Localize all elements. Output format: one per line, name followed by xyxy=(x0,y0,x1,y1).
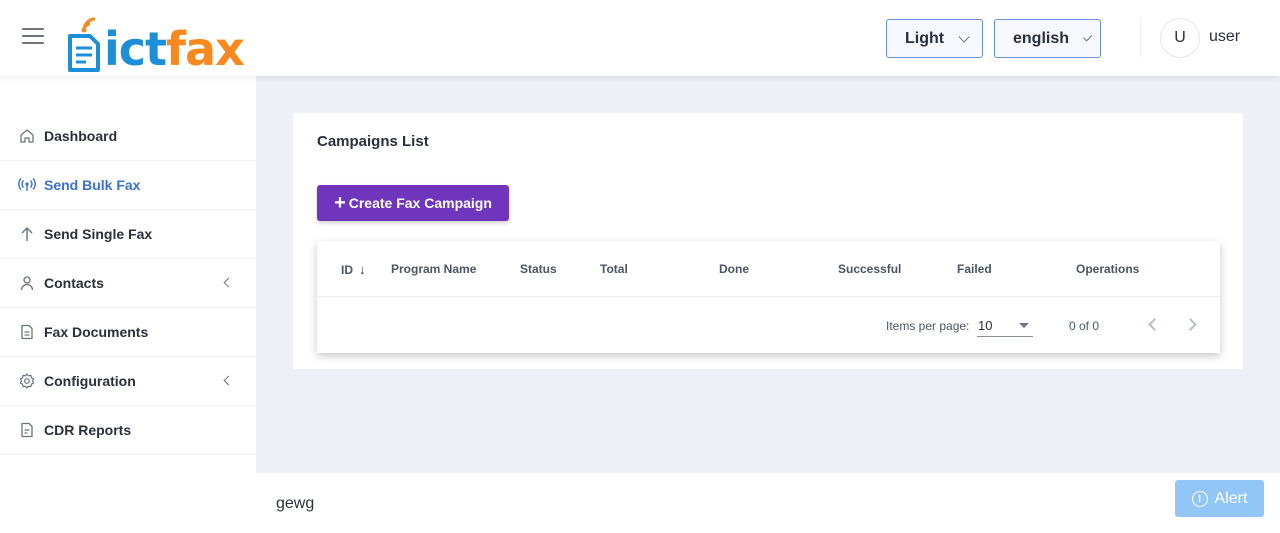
alert-button-label: Alert xyxy=(1214,489,1248,507)
gear-icon xyxy=(18,372,36,390)
sort-arrow-down-icon: ↓ xyxy=(359,262,366,277)
ictfax-logo[interactable]: ict fax xyxy=(66,6,245,76)
footer-text: gewg xyxy=(276,495,315,512)
sidebar-item-label: CDR Reports xyxy=(44,422,132,438)
paginator: Items per page: 10 0 of 0 xyxy=(317,298,1220,353)
language-select[interactable]: english xyxy=(994,19,1101,58)
alert-circle-icon: ! xyxy=(1191,490,1208,507)
column-header-operations: Operations xyxy=(1076,262,1140,276)
sidebar-item-label: Send Bulk Fax xyxy=(44,177,141,193)
sidebar-item-contacts[interactable]: Contacts xyxy=(0,259,256,308)
footer-bar: gewg ! Alert xyxy=(256,473,1280,533)
sidebar-item-label: Fax Documents xyxy=(44,324,149,340)
previous-page-icon[interactable] xyxy=(1148,318,1161,331)
page-title: Campaigns List xyxy=(317,133,429,150)
create-fax-campaign-button[interactable]: + Create Fax Campaign xyxy=(317,185,509,221)
user-icon xyxy=(18,274,36,292)
items-per-page-label: Items per page: xyxy=(886,319,970,333)
broadcast-icon xyxy=(18,176,36,194)
user-name[interactable]: user xyxy=(1209,28,1240,46)
sidebar-item-cdr-reports[interactable]: CDR Reports xyxy=(0,406,256,455)
column-header-program-name[interactable]: Program Name xyxy=(391,262,476,276)
fax-document-logo-icon xyxy=(68,17,100,72)
logo-text-fax: fax xyxy=(166,22,245,76)
next-page-icon[interactable] xyxy=(1184,318,1197,331)
theme-select[interactable]: Light xyxy=(886,19,983,58)
avatar[interactable]: U xyxy=(1160,18,1200,58)
sidebar-item-label: Configuration xyxy=(44,373,136,389)
table-header-row: ID ↓ Program Name Status Total Done Succ… xyxy=(317,241,1220,297)
sidebar-item-label: Send Single Fax xyxy=(44,226,153,242)
column-header-successful[interactable]: Successful xyxy=(838,262,901,276)
arrow-up-icon xyxy=(18,225,36,243)
sidebar-item-label: Dashboard xyxy=(44,128,118,144)
language-select-value: english xyxy=(1013,29,1070,47)
menu-toggle-icon[interactable] xyxy=(22,28,46,48)
chevron-left-icon xyxy=(223,277,234,288)
report-icon xyxy=(18,421,36,439)
campaigns-table: ID ↓ Program Name Status Total Done Succ… xyxy=(317,241,1220,353)
items-per-page-value: 10 xyxy=(978,318,993,333)
campaigns-card: Campaigns List + Create Fax Campaign ID … xyxy=(293,113,1243,369)
page-range-label: 0 of 0 xyxy=(1069,319,1100,333)
column-header-done[interactable]: Done xyxy=(719,262,749,276)
sidebar: Dashboard Send Bulk Fax Send Single Fax … xyxy=(0,76,256,533)
home-icon xyxy=(18,127,36,145)
sidebar-item-dashboard[interactable]: Dashboard xyxy=(0,112,256,161)
column-header-failed[interactable]: Failed xyxy=(957,262,992,276)
plus-icon: + xyxy=(334,192,346,214)
top-header: ict fax Light english U user xyxy=(0,0,1280,76)
header-divider xyxy=(1140,18,1141,58)
theme-select-value: Light xyxy=(905,29,945,47)
document-icon xyxy=(18,323,36,341)
column-header-label: ID xyxy=(341,262,353,277)
sidebar-item-send-bulk-fax[interactable]: Send Bulk Fax xyxy=(0,161,256,210)
column-header-total[interactable]: Total xyxy=(600,262,628,276)
chevron-down-icon xyxy=(1083,31,1093,41)
sidebar-item-label: Contacts xyxy=(44,275,104,291)
dropdown-arrow-icon xyxy=(1019,323,1029,328)
items-per-page-select[interactable]: 10 xyxy=(977,317,1033,337)
logo-wordmark: ict fax xyxy=(104,22,245,76)
alert-button[interactable]: ! Alert xyxy=(1175,480,1264,517)
sidebar-item-fax-documents[interactable]: Fax Documents xyxy=(0,308,256,357)
chevron-left-icon xyxy=(223,375,234,386)
sidebar-item-configuration[interactable]: Configuration xyxy=(0,357,256,406)
sidebar-item-send-single-fax[interactable]: Send Single Fax xyxy=(0,210,256,259)
column-header-id[interactable]: ID ↓ xyxy=(341,262,366,277)
logo-text-ict: ict xyxy=(104,22,167,76)
chevron-down-icon xyxy=(958,30,970,43)
column-header-status[interactable]: Status xyxy=(520,262,557,276)
create-fax-campaign-label: Create Fax Campaign xyxy=(348,195,492,211)
